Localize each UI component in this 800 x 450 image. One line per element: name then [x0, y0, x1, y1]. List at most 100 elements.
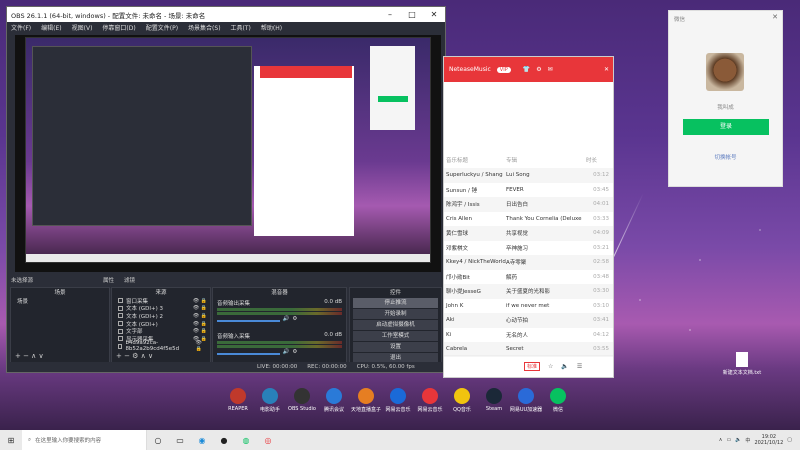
source-list: 窗口采集 👁 🔒 文本 (GDI+) 3 👁 🔒 文本 (GDI+) 2 👁 🔒 文本 (G… — [112, 297, 210, 352]
source-add-icon[interactable]: + − ⚙ ∧ ∨ — [116, 352, 153, 360]
song-row[interactable]: John Kif we never met 03:10 — [444, 299, 613, 314]
gear-icon[interactable]: ⚙ — [292, 316, 297, 322]
song-list: Superluckyu / Shang Lui Song 03:12 Sunsun /… — [444, 168, 613, 357]
menu-docks[interactable]: 停靠窗口(D) — [102, 23, 135, 32]
song-row[interactable]: 陈鸿宇 / Issis 日出告白 04:01 — [444, 197, 613, 212]
volume-slider[interactable] — [217, 352, 280, 355]
preview-nested-desktop — [25, 37, 431, 263]
song-row[interactable]: Sunsun / 锤 FEVER 03:45 — [444, 183, 613, 198]
obs-title: OBS 26.1.1 (64-bit, windows) - 配置文件: 未命名… — [11, 11, 206, 20]
app-icon — [326, 388, 342, 404]
close-icon[interactable]: ✕ — [772, 13, 778, 21]
mixer-track: 音频输入采集 0.0 dB 🔊 ⚙ — [217, 332, 342, 355]
app-icon — [230, 388, 246, 404]
song-row[interactable]: 邝小勋Bit 解药 03:48 — [444, 270, 613, 285]
gear-icon[interactable]: ⚙ — [292, 349, 297, 355]
visibility-icon[interactable]: 👁 🔒 — [193, 305, 207, 311]
system-tray: ∧ ▭ 🔈 中 19:02 2021/10/12 ▢ — [719, 434, 800, 446]
song-row[interactable]: Aki 心动节拍 03:41 — [444, 313, 613, 328]
input-language[interactable]: 中 — [745, 437, 750, 444]
menu-scene-collection[interactable]: 场景集合(S) — [188, 23, 221, 32]
gear-icon[interactable]: ⚙ — [536, 66, 541, 73]
mail-icon[interactable]: ✉ — [548, 66, 553, 73]
obs-preview[interactable] — [15, 35, 441, 272]
notification-icon[interactable]: ▢ — [787, 437, 792, 443]
stop-stream-button[interactable]: 停止推流 — [353, 298, 438, 308]
taskbar-search[interactable]: ⌕ 在这里输入你要搜索的内容 — [22, 430, 147, 450]
visibility-icon[interactable]: 👁 🔒 — [193, 313, 207, 319]
app-icon — [518, 388, 534, 404]
obs-taskbar-icon[interactable]: ● — [217, 433, 231, 447]
netease-taskbar-icon[interactable]: ◎ — [261, 433, 275, 447]
wechat-taskbar-icon[interactable]: ◍ — [239, 433, 253, 447]
song-row[interactable]: 邓紫棋文 卒神施习 03:21 — [444, 241, 613, 256]
volume-icon[interactable]: 🔈 — [561, 363, 568, 370]
volume-slider[interactable] — [217, 319, 280, 322]
taskbar: ⊞ ⌕ 在这里输入你要搜索的内容 ○ ▭ ◉ ● ◍ ◎ ∧ ▭ 🔈 中 19:… — [0, 430, 800, 450]
source-type-icon — [118, 298, 123, 304]
search-placeholder: 在这里输入你要搜索的内容 — [35, 438, 102, 444]
song-row[interactable]: Kkey4 / NickTheWorld A寺零聚 02:58 — [444, 255, 613, 270]
vip-badge: VIP — [496, 66, 511, 73]
edge-icon[interactable]: ◉ — [195, 433, 209, 447]
menu-file[interactable]: 文件(F) — [11, 23, 31, 32]
controls-title: 控件 — [389, 290, 401, 296]
source-type-icon — [118, 321, 123, 327]
start-record-button[interactable]: 开始录制 — [353, 309, 438, 319]
close-icon[interactable]: ✕ — [423, 10, 445, 19]
network-icon[interactable]: ▭ — [726, 437, 731, 443]
song-row[interactable]: 黄仁雪球 共享视觉 04:09 — [444, 226, 613, 241]
song-row[interactable]: Superluckyu / Shang Lui Song 03:12 — [444, 168, 613, 183]
menu-help[interactable]: 帮助(H) — [261, 23, 282, 32]
visibility-icon[interactable]: 👁 🔒 — [193, 298, 207, 304]
studio-mode-button[interactable]: 工作室模式 — [353, 331, 438, 341]
volume-icon[interactable]: 🔈 — [735, 437, 741, 443]
shirt-icon[interactable]: 👕 — [523, 66, 530, 73]
desktop-file[interactable]: 新建文本文档.txt — [722, 352, 762, 376]
quality-badge[interactable]: 标准 — [524, 362, 541, 371]
song-row[interactable]: Cris Allen Thank You Cornelia (Deluxe 03:3… — [444, 212, 613, 227]
maximize-icon[interactable]: □ — [401, 10, 423, 19]
source-bar: 未选择源 属性 滤镜 — [7, 275, 445, 285]
mixer-track: 音频输出采集 0.0 dB 🔊 ⚙ — [217, 299, 342, 322]
close-icon[interactable]: ✕ — [604, 66, 609, 73]
app-icon — [390, 388, 406, 404]
speaker-icon[interactable]: 🔊 — [283, 349, 290, 355]
visibility-icon[interactable]: 👁 🔒 — [193, 321, 207, 327]
visibility-icon[interactable]: 👁 🔒 — [196, 340, 208, 352]
menu-tools[interactable]: 工具(T) — [231, 23, 251, 32]
virtual-camera-button[interactable]: 启动虚拟摄像机 — [353, 320, 438, 330]
windows-start-icon[interactable]: ⊞ — [4, 433, 18, 447]
playlist-icon[interactable]: ☰ — [577, 363, 582, 370]
speaker-icon[interactable]: 🔊 — [283, 316, 290, 322]
scene-add-icon[interactable]: + − ∧ ∨ — [15, 352, 44, 360]
task-view-icon[interactable]: ▭ — [173, 433, 187, 447]
source-item[interactable]: b4d9a92ca-8b52a2b9cd4f5e5d 👁 🔒 — [112, 340, 210, 352]
filters-button[interactable]: 滤镜 — [124, 276, 135, 284]
menu-view[interactable]: 视图(V) — [72, 23, 93, 32]
properties-button[interactable]: 属性 — [103, 276, 114, 284]
switch-account-link[interactable]: 切换帐号 — [669, 153, 782, 161]
visibility-icon[interactable]: 👁 🔒 — [193, 328, 207, 334]
chevron-up-icon[interactable]: ∧ — [719, 437, 723, 443]
obs-menubar: 文件(F) 编辑(E) 视图(V) 停靠窗口(D) 配置文件(P) 场景集合(S… — [7, 22, 445, 33]
cortana-icon[interactable]: ○ — [151, 433, 165, 447]
settings-button[interactable]: 设置 — [353, 342, 438, 352]
minimize-icon[interactable]: – — [379, 10, 401, 19]
login-button[interactable]: 登录 — [683, 119, 769, 135]
effects-icon[interactable]: ☆ — [548, 363, 553, 370]
wechat-username: 我叫成 — [717, 105, 734, 111]
menu-edit[interactable]: 编辑(E) — [41, 23, 61, 32]
clock[interactable]: 19:02 2021/10/12 — [754, 434, 783, 446]
app-icon — [262, 388, 278, 404]
desktop-shortcut[interactable]: 微信 — [538, 388, 578, 413]
mixer-dock: 混音器 音频输出采集 0.0 dB 🔊 ⚙ 音频输入采集 0.0 dB 🔊 ⚙ — [212, 287, 347, 363]
menu-profile[interactable]: 配置文件(P) — [146, 23, 178, 32]
app-icon — [294, 388, 310, 404]
scene-item[interactable]: 场景 — [11, 297, 109, 305]
netease-header: NeteaseMusic VIP 👕 ⚙ ✉ ✕ — [444, 57, 613, 82]
rec-status: REC: 00:00:00 — [307, 364, 347, 370]
mixer-title: 混音器 — [271, 290, 288, 296]
song-row[interactable]: 聊小提JesseG 关于盛夏的光和影 03:30 — [444, 284, 613, 299]
song-row[interactable]: Ki 无名的人 04:12 — [444, 328, 613, 343]
